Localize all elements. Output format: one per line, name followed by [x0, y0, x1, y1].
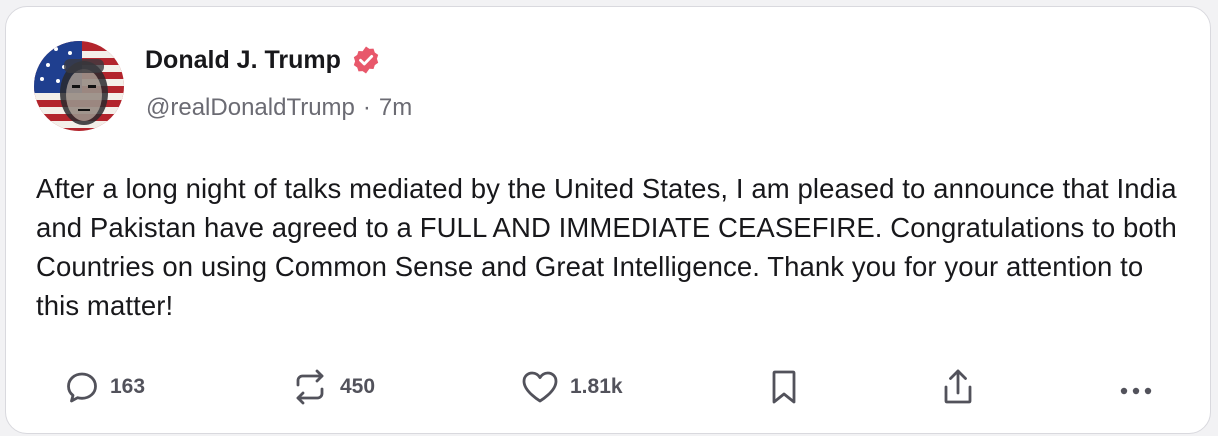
author-name-row[interactable]: Donald J. Trump	[145, 45, 381, 75]
like-icon	[520, 369, 560, 405]
repost-count: 450	[340, 375, 376, 398]
like-button[interactable]: 1.81k	[520, 367, 623, 407]
reply-button[interactable]: 163	[64, 367, 145, 407]
bookmark-icon	[768, 368, 800, 406]
repost-icon	[290, 369, 330, 405]
repost-button[interactable]: 450	[290, 367, 375, 407]
share-button[interactable]	[940, 367, 976, 407]
author-meta: @realDonaldTrump · 7m	[146, 93, 412, 123]
verified-badge-icon	[351, 45, 381, 75]
post-card: Donald J. Trump @realDonaldTrump · 7m Afte…	[5, 6, 1211, 434]
share-icon	[940, 367, 976, 407]
reply-icon	[64, 369, 100, 405]
avatar-image	[34, 41, 124, 131]
more-icon	[1116, 369, 1156, 405]
post-body: After a long night of talks mediated by …	[36, 173, 1177, 321]
reply-count: 163	[110, 375, 146, 398]
more-options-button[interactable]	[1116, 367, 1156, 407]
avatar[interactable]	[34, 41, 124, 131]
author-handle[interactable]: @realDonaldTrump	[146, 94, 355, 121]
action-bar: 163 450 1.81k	[6, 367, 1210, 407]
author-display-name[interactable]: Donald J. Trump	[145, 45, 341, 75]
meta-separator: ·	[362, 94, 371, 121]
like-count: 1.81k	[570, 375, 623, 398]
post-timestamp[interactable]: 7m	[379, 94, 412, 121]
bookmark-button[interactable]	[768, 367, 800, 407]
